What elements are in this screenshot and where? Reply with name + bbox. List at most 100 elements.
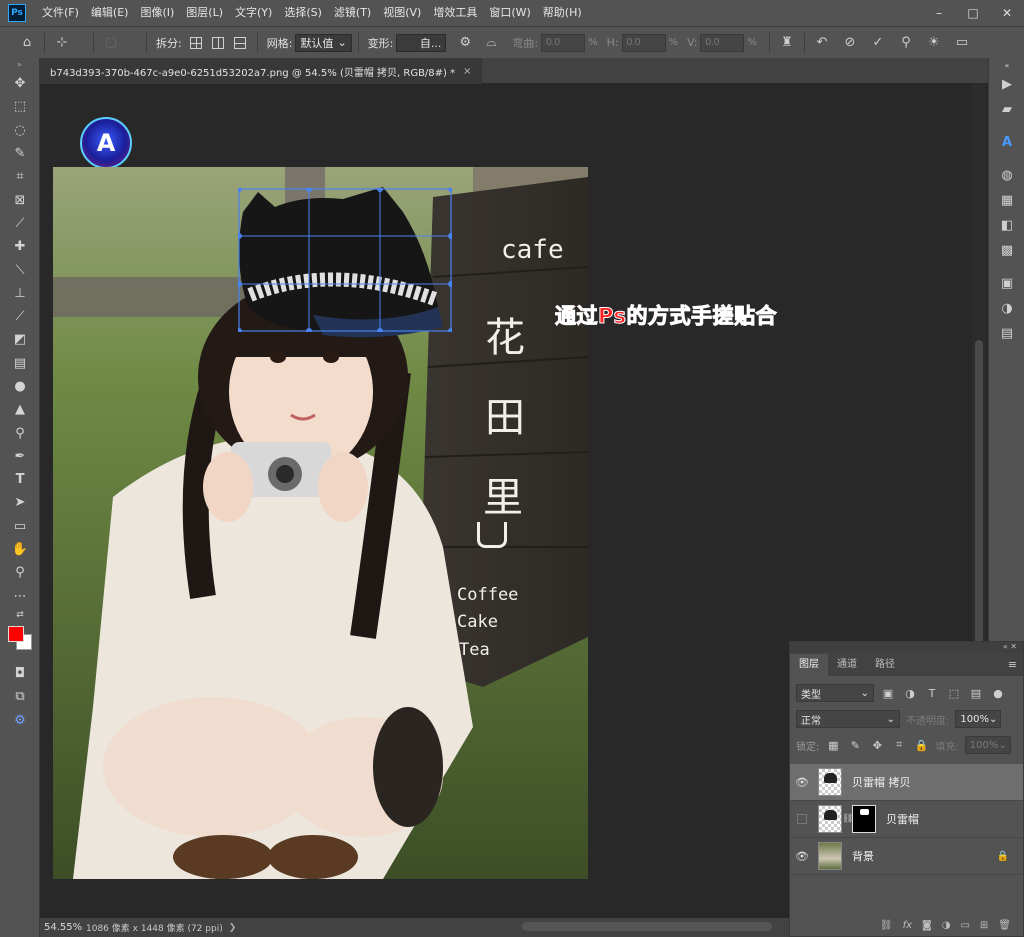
frame-tool-icon[interactable]: ⊠ (0, 188, 40, 211)
warp-transform-box[interactable] (238, 188, 452, 332)
play-actions-icon[interactable]: ▶ (989, 72, 1024, 97)
document-tab[interactable]: b743d393-370b-467c-a9e0-6251d53202a7.png… (40, 58, 482, 84)
tab-paths[interactable]: 路径 (866, 654, 904, 676)
home-icon[interactable]: ⌂ (16, 32, 38, 54)
gear-icon[interactable]: ⚙ (454, 32, 476, 54)
menu-help[interactable]: 帮助(H) (537, 0, 588, 26)
marquee-tool-icon[interactable]: ⬚ (0, 95, 40, 118)
eraser-tool-icon[interactable]: ◩ (0, 328, 40, 351)
opacity-input[interactable]: 100% ⌄ (955, 710, 1002, 728)
group-icon[interactable]: ▭ (960, 920, 969, 931)
split-horizontal-icon[interactable] (229, 32, 251, 54)
filter-pixel-icon[interactable]: ▣ (880, 685, 896, 701)
cancel-icon[interactable]: ⊘ (839, 32, 861, 54)
filter-shape-icon[interactable]: ⬚ (946, 685, 962, 701)
tab-channels[interactable]: 通道 (828, 654, 866, 676)
menu-type[interactable]: 文字(Y) (229, 0, 278, 26)
lock-all-icon[interactable]: 🔒 (913, 737, 929, 753)
close-tab-icon[interactable]: × (463, 66, 471, 77)
close-window-button[interactable]: ✕ (990, 0, 1024, 26)
new-layer-icon[interactable]: ⊞ (980, 920, 988, 931)
maximize-button[interactable]: □ (956, 0, 990, 26)
layer-row[interactable]: 👁 贝雷帽 拷贝 (790, 764, 1023, 801)
eyedropper-tool-icon[interactable]: ⟋ (0, 212, 40, 235)
v-input[interactable] (700, 33, 745, 52)
panel-grip-icon[interactable]: « (989, 58, 1024, 72)
layer-filter-select[interactable]: 类型 ⌄ (796, 684, 874, 702)
fill-input[interactable]: 100% ⌄ (964, 736, 1011, 754)
warp-select[interactable]: 自... (396, 33, 447, 52)
filter-type-icon[interactable]: T (924, 685, 940, 701)
status-arrow-icon[interactable]: ❯ (229, 923, 237, 933)
scrollbar-thumb[interactable] (975, 340, 983, 660)
lasso-tool-icon[interactable]: ◌ (0, 119, 40, 142)
minimize-button[interactable]: – (922, 0, 956, 26)
zoom-tool-icon[interactable]: ⚲ (0, 561, 40, 584)
panel-menu-icon[interactable]: ≡ (1008, 654, 1023, 676)
warp-orientation-icon[interactable]: ⌓ (480, 32, 502, 54)
split-cross-icon[interactable] (185, 32, 207, 54)
puppet-warp-icon[interactable]: ♜ (776, 32, 798, 54)
gradients-icon[interactable]: ◧ (989, 213, 1024, 238)
visibility-toggle[interactable] (790, 814, 814, 824)
extras-icon[interactable]: ⚙ (0, 708, 40, 731)
sharpen-tool-icon[interactable]: ▲ (0, 398, 40, 421)
quick-mask-icon[interactable]: ◘ (0, 662, 40, 685)
menu-edit[interactable]: 编辑(E) (85, 0, 135, 26)
h-input[interactable] (621, 33, 666, 52)
light-bulb-icon[interactable]: ☀ (923, 32, 945, 54)
menu-plugins[interactable]: 增效工具 (427, 0, 483, 26)
pen-tool-icon[interactable]: ✒ (0, 445, 40, 468)
libraries-icon[interactable]: ▣ (989, 271, 1024, 296)
layer-row[interactable]: ⛓ 贝雷帽 (790, 801, 1023, 838)
brush-tool-icon[interactable]: ⟍ (0, 258, 40, 281)
healing-tool-icon[interactable]: ✚ (0, 235, 40, 258)
screen-mode-icon[interactable]: ⧉ (0, 685, 40, 708)
panel-collapse-icon[interactable]: « ✕ (790, 642, 1023, 652)
history-brush-tool-icon[interactable]: ⟋ (0, 305, 40, 328)
menu-window[interactable]: 窗口(W) (483, 0, 536, 26)
add-mask-icon[interactable]: ◙ (922, 920, 932, 931)
hand-tool-icon[interactable]: ✋ (0, 538, 40, 561)
menu-filter[interactable]: 滤镜(T) (328, 0, 377, 26)
filter-toggle-icon[interactable]: ● (990, 685, 1006, 701)
search-icon[interactable]: ⚲ (895, 32, 917, 54)
menu-layer[interactable]: 图层(L) (180, 0, 229, 26)
delete-icon[interactable]: 🗑 (998, 920, 1011, 931)
panel-grip-icon[interactable]: » (0, 58, 39, 72)
menu-view[interactable]: 视图(V) (377, 0, 427, 26)
tab-layers[interactable]: 图层 (790, 654, 828, 676)
stamp-tool-icon[interactable]: ⊥ (0, 282, 40, 305)
swap-colors-icon[interactable]: ⇄ (0, 608, 40, 622)
patterns-icon[interactable]: ▩ (989, 238, 1024, 263)
lock-transparency-icon[interactable]: ▦ (825, 737, 841, 753)
filter-smart-object-icon[interactable]: ▤ (968, 685, 984, 701)
quick-select-tool-icon[interactable]: ✎ (0, 142, 40, 165)
layer-row[interactable]: 👁 背景 🔒 (790, 838, 1023, 875)
zoom-level[interactable]: 54.55% (40, 922, 86, 933)
swatches-icon[interactable]: ▦ (989, 188, 1024, 213)
move-tool-icon[interactable]: ✥ (0, 72, 40, 95)
grid-select[interactable]: 默认值 ⌄ (295, 33, 352, 52)
lock-position-icon[interactable]: ✥ (869, 737, 885, 753)
lock-artboard-icon[interactable]: ⌗ (891, 737, 907, 753)
fx-icon[interactable]: fx (903, 920, 912, 931)
type-tool-icon[interactable]: T (0, 468, 40, 491)
blend-mode-select[interactable]: 正常 ⌄ (796, 710, 900, 728)
path-select-tool-icon[interactable]: ➤ (0, 491, 40, 514)
reference-point-icon[interactable]: ⊹ (51, 32, 73, 54)
link-icon[interactable]: ⛓ (842, 814, 853, 824)
layer-mask-thumbnail[interactable] (852, 805, 876, 833)
properties-icon[interactable]: ▤ (989, 321, 1024, 346)
dodge-tool-icon[interactable]: ⚲ (0, 421, 40, 444)
menu-select[interactable]: 选择(S) (278, 0, 328, 26)
commit-icon[interactable]: ✓ (867, 32, 889, 54)
lock-image-icon[interactable]: ✎ (847, 737, 863, 753)
split-vertical-icon[interactable] (207, 32, 229, 54)
more-tools-icon[interactable]: ⋯ (0, 585, 40, 608)
bend-input[interactable] (541, 33, 586, 52)
menu-image[interactable]: 图像(I) (134, 0, 180, 26)
comment-icon[interactable]: ▰ (989, 97, 1024, 122)
crop-tool-icon[interactable]: ⌗ (0, 165, 40, 188)
gradient-tool-icon[interactable]: ▤ (0, 352, 40, 375)
